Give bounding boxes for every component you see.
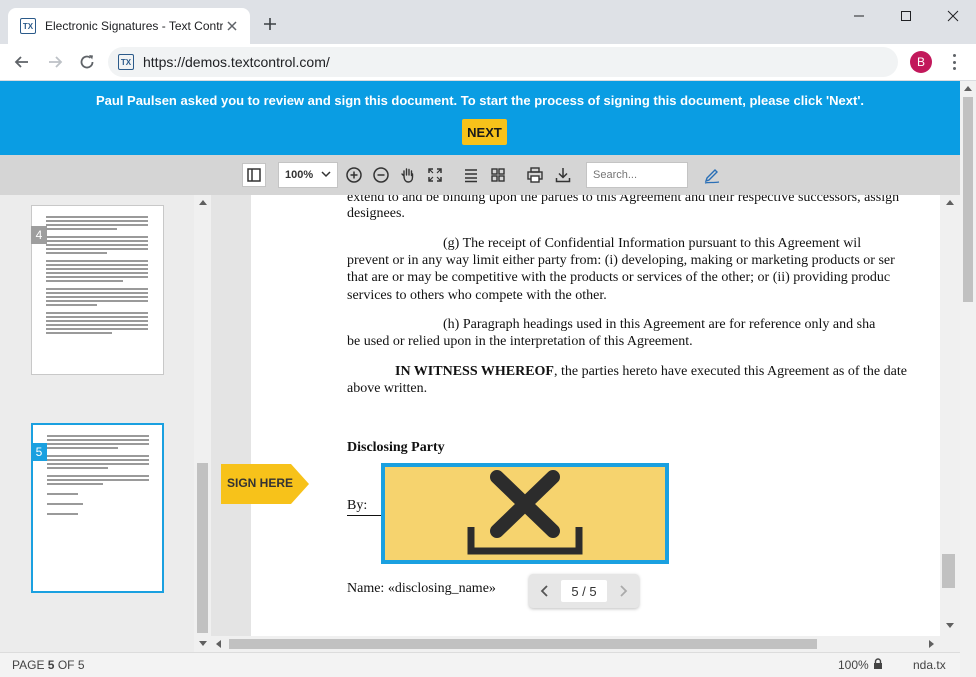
witness-line: IN WITNESS WHEREOF, the parties hereto h… xyxy=(395,363,907,381)
sign-here-label: SIGN HERE xyxy=(227,476,294,490)
pan-hand-icon[interactable] xyxy=(396,163,420,187)
doc-line: be used or relied upon in the interpreta… xyxy=(347,334,693,349)
document-viewport: extend to and be binding upon the partie… xyxy=(211,195,940,636)
text-lines-icon[interactable] xyxy=(459,163,483,187)
scroll-up-arrow-icon[interactable] xyxy=(964,86,972,91)
document-vertical-scrollbar[interactable] xyxy=(940,195,960,636)
zoom-value: 100% xyxy=(285,169,314,181)
scroll-down-arrow-icon[interactable] xyxy=(199,641,207,646)
viewer-toolbar: 100% xyxy=(0,155,960,195)
maximize-icon[interactable] xyxy=(883,4,929,28)
zoom-out-icon[interactable] xyxy=(369,163,393,187)
status-bar: PAGE 5 OF 5 100% nda.tx xyxy=(0,652,960,677)
page-thumbnail-4[interactable]: 4 xyxy=(31,205,164,375)
browser-tab[interactable]: TX Electronic Signatures - Text Control xyxy=(8,8,250,44)
scrollbar-corner xyxy=(940,636,960,652)
page-indicator: PAGE 5 OF 5 xyxy=(12,658,85,672)
lock-icon xyxy=(873,658,883,673)
signing-banner: Paul Paulsen asked you to review and sig… xyxy=(0,81,960,155)
thumbnail-text-preview xyxy=(46,216,148,336)
app-window: TX Electronic Signatures - Text Control xyxy=(0,0,976,677)
search-input[interactable] xyxy=(586,162,688,188)
name-field-label: Name: «disclosing_name» xyxy=(347,581,496,596)
thumbnail-grid-icon[interactable] xyxy=(486,163,510,187)
thumbnail-sidebar: 4 5 xyxy=(0,195,211,652)
witness-text: , the parties hereto have executed this … xyxy=(553,364,907,379)
sign-here-tag[interactable]: SIGN HERE xyxy=(221,464,309,504)
textcontrol-favicon-icon: TX xyxy=(20,18,36,34)
banner-message: Paul Paulsen asked you to review and sig… xyxy=(95,93,865,108)
browser-menu-icon[interactable] xyxy=(946,52,962,72)
new-tab-icon[interactable] xyxy=(260,14,280,34)
chevron-down-icon xyxy=(321,169,331,182)
scroll-up-arrow-icon[interactable] xyxy=(199,200,207,205)
previous-page-icon[interactable] xyxy=(537,583,553,599)
signature-placeholder-icon xyxy=(467,470,583,555)
by-label: By: xyxy=(347,497,383,516)
doc-line: above written. xyxy=(347,381,428,396)
scroll-right-arrow-icon[interactable] xyxy=(929,640,934,648)
status-zoom: 100% xyxy=(838,658,869,672)
next-button[interactable]: NEXT xyxy=(462,119,507,145)
doc-line: services to others who compete with the … xyxy=(347,288,607,303)
sidebar-scroll-thumb[interactable] xyxy=(197,463,208,633)
page-indicator-suffix: OF 5 xyxy=(54,658,85,672)
disclosing-party-heading: Disclosing Party xyxy=(347,440,445,455)
thumbnail-page-number: 5 xyxy=(31,443,47,461)
document-page: extend to and be binding upon the partie… xyxy=(251,195,940,636)
doc-line: that are or may be competitive with the … xyxy=(347,270,891,285)
thumbnail-page-number: 4 xyxy=(31,226,47,244)
doc-line: (g) The receipt of Confidential Informat… xyxy=(443,236,862,251)
forward-arrow-icon[interactable] xyxy=(43,50,67,74)
zoom-in-icon[interactable] xyxy=(342,163,366,187)
sidebar-scrollbar[interactable] xyxy=(194,195,211,652)
site-favicon-icon: TX xyxy=(118,54,134,70)
print-icon[interactable] xyxy=(523,163,547,187)
scroll-left-arrow-icon[interactable] xyxy=(216,640,221,648)
page-navigator: 5 / 5 xyxy=(529,574,639,608)
document-horizontal-scrollbar[interactable] xyxy=(211,636,940,652)
doc-line: designees. xyxy=(347,206,405,221)
page-indicator-prefix: PAGE xyxy=(12,658,48,672)
url-text: https://demos.textcontrol.com/ xyxy=(143,54,330,70)
thumbnail-text-preview xyxy=(47,435,149,517)
browser-toolbar: TX https://demos.textcontrol.com/ B xyxy=(0,44,976,81)
doc-line: extend to and be binding upon the partie… xyxy=(347,195,900,205)
toggle-sidebar-icon[interactable] xyxy=(242,163,266,187)
tab-title: Electronic Signatures - Text Control xyxy=(45,19,223,33)
horizontal-scroll-thumb[interactable] xyxy=(229,639,817,649)
next-page-icon[interactable] xyxy=(615,583,631,599)
scroll-up-arrow-icon[interactable] xyxy=(946,200,954,205)
zoom-select[interactable]: 100% xyxy=(278,162,338,188)
minimize-icon[interactable] xyxy=(836,4,882,28)
sign-pen-icon[interactable] xyxy=(700,163,724,187)
signature-box[interactable] xyxy=(381,463,669,564)
doc-line: (h) Paragraph headings used in this Agre… xyxy=(443,317,876,332)
download-icon[interactable] xyxy=(551,163,575,187)
page-scrollbar[interactable] xyxy=(960,81,976,677)
back-arrow-icon[interactable] xyxy=(10,50,34,74)
tab-close-icon[interactable] xyxy=(224,18,240,34)
doc-line: prevent or in any way limit either party… xyxy=(347,253,895,268)
document-scroll-thumb[interactable] xyxy=(942,554,955,588)
page-number-field[interactable]: 5 / 5 xyxy=(561,580,607,602)
fullscreen-icon[interactable] xyxy=(423,163,447,187)
scroll-down-arrow-icon[interactable] xyxy=(946,623,954,628)
profile-avatar[interactable]: B xyxy=(910,51,932,73)
status-filename: nda.tx xyxy=(913,658,946,672)
page-thumbnail-5[interactable]: 5 xyxy=(31,423,164,593)
address-bar[interactable]: TX https://demos.textcontrol.com/ xyxy=(108,47,898,77)
reload-icon[interactable] xyxy=(75,50,99,74)
browser-titlebar: TX Electronic Signatures - Text Control xyxy=(0,0,976,44)
window-close-icon[interactable] xyxy=(930,4,976,28)
page-scroll-thumb[interactable] xyxy=(963,97,973,302)
witness-bold: IN WITNESS WHEREOF xyxy=(395,364,554,379)
